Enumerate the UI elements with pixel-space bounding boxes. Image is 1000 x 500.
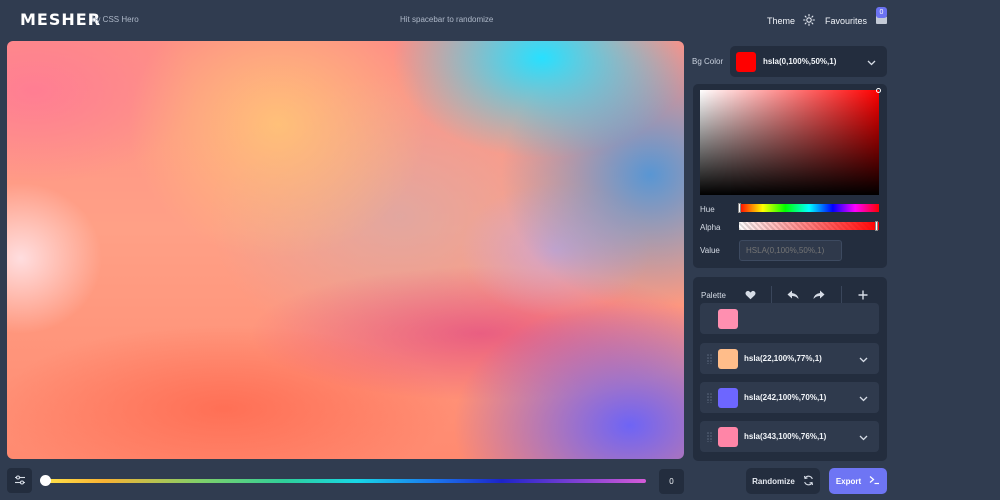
randomize-label: Randomize xyxy=(752,476,795,486)
palette-title: Palette xyxy=(701,291,726,300)
hue-slider-thumb[interactable] xyxy=(738,203,741,213)
hue-slider[interactable] xyxy=(738,203,879,213)
hue-shift-slider[interactable] xyxy=(44,479,646,483)
palette-panel: Palette hsla(22,100%,77%,1) hsla(242,100… xyxy=(693,277,887,461)
add-color-button[interactable] xyxy=(855,288,871,304)
favourites-label: Favourites xyxy=(825,15,868,26)
randomize-hint: Hit spacebar to randomize xyxy=(400,15,494,24)
saturation-value-thumb[interactable] xyxy=(876,88,881,93)
palette-color-item[interactable]: hsla(242,100%,70%,1) xyxy=(700,382,879,413)
app-logo[interactable]: MESHER xyxy=(20,10,101,29)
theme-toggle[interactable]: Theme xyxy=(767,14,815,28)
mesh-gradient-canvas xyxy=(7,41,684,459)
bg-color-value: hsla(0,100%,50%,1) xyxy=(763,57,837,66)
drag-handle-icon[interactable] xyxy=(700,353,718,364)
color-picker-panel: Hue Alpha Value xyxy=(693,84,887,268)
export-button[interactable]: Export xyxy=(829,468,887,494)
randomize-button[interactable]: Randomize xyxy=(746,468,820,494)
drag-handle-icon[interactable] xyxy=(700,431,718,442)
undo-button[interactable] xyxy=(785,288,801,304)
palette-color-item[interactable]: hsla(343,100%,76%,1) xyxy=(700,421,879,452)
palette-color-item[interactable]: hsla(22,100%,77%,1) xyxy=(700,343,879,374)
theme-label: Theme xyxy=(767,16,796,26)
alpha-slider[interactable] xyxy=(739,221,879,231)
palette-color-value: hsla(242,100%,70%,1) xyxy=(744,393,827,402)
chevron-down-icon[interactable] xyxy=(859,389,868,407)
sun-icon xyxy=(803,14,815,28)
bg-color-label: Bg Color xyxy=(692,57,724,66)
bg-color-swatch xyxy=(736,51,756,72)
drag-handle-icon[interactable] xyxy=(700,392,718,403)
byline[interactable]: by CSS Hero xyxy=(92,15,139,24)
palette-color-swatch xyxy=(718,348,738,369)
alpha-slider-thumb[interactable] xyxy=(875,221,878,231)
top-bar: MESHER by CSS Hero Hit spacebar to rando… xyxy=(0,0,1000,40)
hue-label: Hue xyxy=(700,205,715,214)
palette-color-value: hsla(343,100%,76%,1) xyxy=(744,432,827,441)
favourites-count-badge: 0 xyxy=(876,7,887,18)
palette-color-value: hsla(22,100%,77%,1) xyxy=(744,354,822,363)
like-palette-button[interactable] xyxy=(742,288,758,304)
redo-button[interactable] xyxy=(811,288,827,304)
value-label: Value xyxy=(700,246,720,255)
saturation-value-area[interactable] xyxy=(700,88,881,195)
chevron-down-icon xyxy=(867,53,876,71)
chevron-down-icon[interactable] xyxy=(859,350,868,368)
export-label: Export xyxy=(835,476,862,486)
sliders-icon xyxy=(14,472,26,490)
terminal-icon xyxy=(869,475,880,487)
chevron-down-icon[interactable] xyxy=(859,428,868,446)
settings-button[interactable] xyxy=(7,468,32,493)
palette-color-swatch xyxy=(718,387,738,408)
hue-shift-value: 0 xyxy=(659,469,684,494)
color-value-input[interactable] xyxy=(739,240,842,261)
refresh-icon xyxy=(803,475,814,488)
palette-color-swatch xyxy=(718,308,738,329)
alpha-label: Alpha xyxy=(700,223,721,232)
hue-shift-slider-thumb[interactable] xyxy=(40,475,51,486)
bg-color-select[interactable]: hsla(0,100%,50%,1) xyxy=(730,46,887,77)
palette-color-item[interactable] xyxy=(700,303,879,334)
palette-color-swatch xyxy=(718,426,738,447)
